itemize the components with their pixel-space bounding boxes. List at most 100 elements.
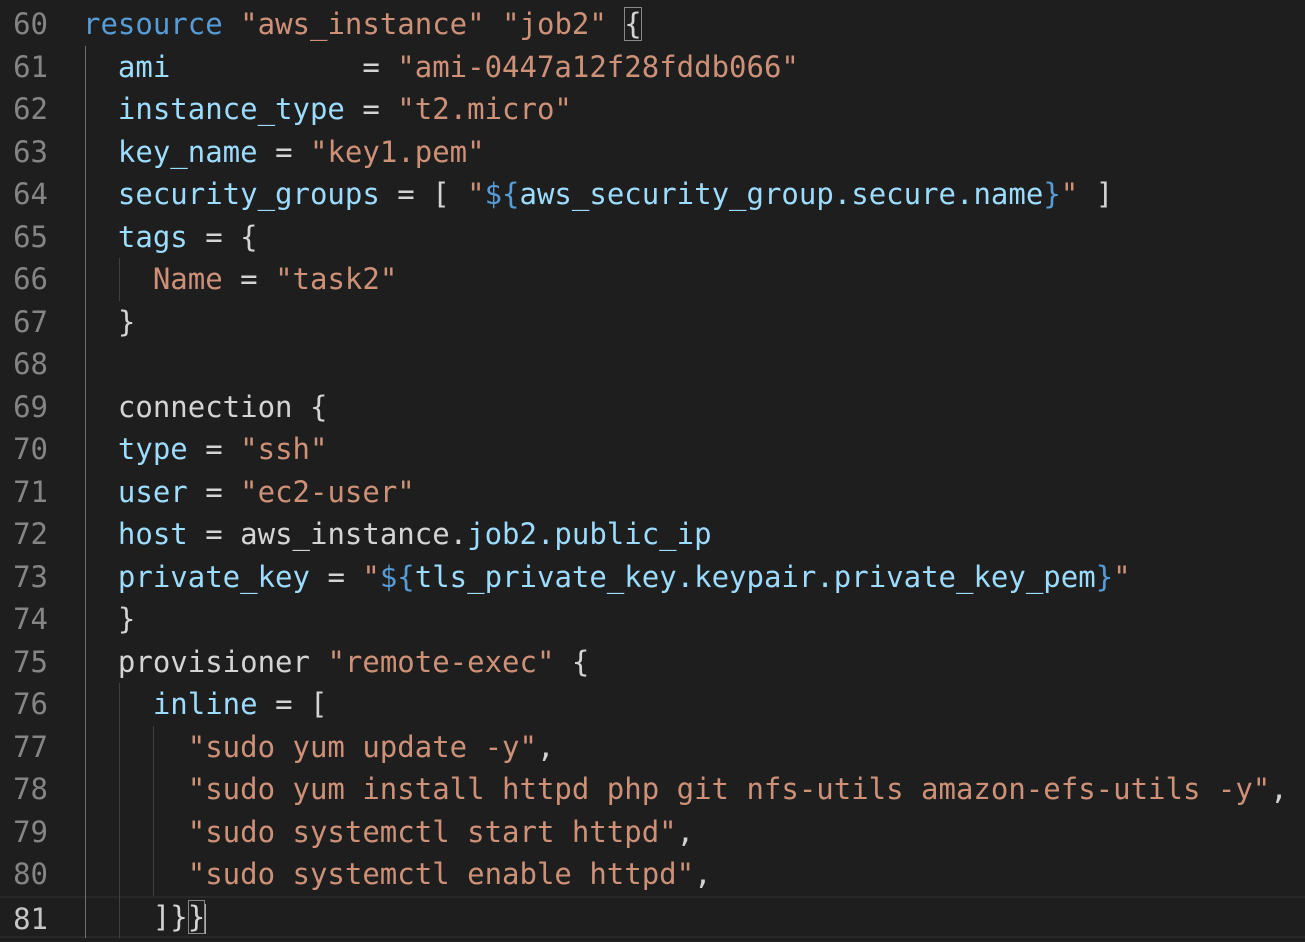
code-token: " bbox=[1113, 559, 1131, 594]
code-line[interactable]: 68 bbox=[0, 343, 1305, 386]
code-token: = [ bbox=[257, 687, 328, 721]
code-text: "sudo yum install httpd php git nfs-util… bbox=[83, 768, 1288, 811]
code-line[interactable]: 62 instance_type = "t2.micro" bbox=[0, 88, 1305, 131]
code-token: job2.public_ip bbox=[467, 517, 712, 551]
code-token: = bbox=[309, 559, 363, 594]
code-line[interactable]: 77 "sudo yum update -y", bbox=[0, 726, 1305, 769]
code-token: "ssh" bbox=[240, 432, 328, 466]
code-text: "sudo systemctl start httpd", bbox=[83, 811, 694, 854]
code-line[interactable]: 78 "sudo yum install httpd php git nfs-u… bbox=[0, 768, 1305, 811]
code-token: ami bbox=[83, 49, 171, 84]
code-token: "task2" bbox=[275, 262, 398, 296]
code-token: , bbox=[676, 814, 695, 849]
code-token: { bbox=[554, 644, 590, 679]
code-line[interactable]: 75 provisioner "remote-exec" { bbox=[0, 641, 1305, 684]
code-text: host = aws_instance.job2.public_ip bbox=[83, 513, 712, 556]
code-line[interactable]: 64 security_groups = [ "${aws_security_g… bbox=[0, 173, 1305, 216]
code-line[interactable]: 80 "sudo systemctl enable httpd", bbox=[0, 853, 1305, 896]
code-text: security_groups = [ "${aws_security_grou… bbox=[83, 173, 1113, 216]
code-line[interactable]: 69 connection { bbox=[0, 386, 1305, 429]
code-line[interactable]: 63 key_name = "key1.pem" bbox=[0, 131, 1305, 174]
code-token: " bbox=[1060, 177, 1079, 211]
line-number: 72 bbox=[13, 517, 48, 551]
code-token: = bbox=[222, 262, 276, 296]
code-line[interactable]: 73 private_key = "${tls_private_key.keyp… bbox=[0, 556, 1305, 599]
code-text: private_key = "${tls_private_key.keypair… bbox=[83, 556, 1131, 599]
matched-bracket: } bbox=[187, 899, 206, 934]
code-token: tls_private_key.keypair.private_key_pem bbox=[414, 559, 1096, 594]
code-token: } bbox=[1095, 559, 1114, 594]
code-token: Name bbox=[83, 262, 223, 296]
code-token: "remote-exec" bbox=[327, 644, 555, 679]
code-token: "sudo yum install httpd php git nfs-util… bbox=[83, 772, 1271, 806]
code-line[interactable]: 67 } bbox=[0, 301, 1305, 344]
line-number: 69 bbox=[13, 389, 48, 424]
code-token: , bbox=[536, 729, 555, 764]
code-line[interactable]: 70 type = "ssh" bbox=[0, 428, 1305, 471]
code-token: = bbox=[170, 49, 398, 84]
code-token: tags bbox=[83, 219, 188, 254]
code-token: user bbox=[83, 474, 188, 509]
code-token: "sudo yum update -y" bbox=[83, 729, 537, 764]
code-line[interactable]: 79 "sudo systemctl start httpd", bbox=[0, 811, 1305, 854]
code-token: { bbox=[292, 389, 328, 424]
code-text: resource "aws_instance" "job2" { bbox=[83, 3, 642, 46]
code-line[interactable]: 65 tags = { bbox=[0, 216, 1305, 259]
code-text: ]}} bbox=[83, 896, 207, 939]
line-number: 71 bbox=[13, 474, 48, 509]
code-token: } bbox=[1043, 177, 1061, 211]
code-token: ${ bbox=[484, 177, 520, 211]
code-line[interactable]: 76 inline = [ bbox=[0, 683, 1305, 726]
code-text: tags = { bbox=[83, 216, 258, 259]
code-token: , bbox=[694, 857, 712, 891]
code-token: " bbox=[362, 559, 380, 594]
line-number: 70 bbox=[13, 432, 48, 466]
code-editor[interactable]: 60 resource "aws_instance" "job2" {61 ami… bbox=[0, 0, 1305, 942]
code-token: ${ bbox=[379, 559, 415, 594]
code-token: "key1.pem" bbox=[310, 134, 485, 169]
code-token: resource bbox=[83, 7, 223, 41]
code-text: } bbox=[83, 598, 135, 641]
code-line[interactable]: 81 ]}} bbox=[0, 895, 1305, 939]
code-token: = bbox=[257, 134, 310, 169]
code-token: host bbox=[83, 517, 188, 551]
code-line[interactable]: 74 } bbox=[0, 598, 1305, 641]
code-text: user = "ec2-user" bbox=[83, 471, 415, 514]
indent-guide bbox=[119, 683, 120, 938]
line-number: 66 bbox=[13, 262, 48, 296]
code-token: "ec2-user" bbox=[240, 474, 415, 509]
code-token: security_groups bbox=[83, 177, 380, 211]
code-token: ]} bbox=[83, 899, 188, 934]
indent-guide bbox=[85, 45, 86, 938]
code-token: } bbox=[83, 602, 136, 636]
code-text: ami = "ami-0447a12f28fddb066" bbox=[83, 46, 799, 89]
line-number: 77 bbox=[13, 729, 48, 764]
code-token: "aws_instance" bbox=[240, 7, 485, 41]
code-text: type = "ssh" bbox=[83, 428, 328, 471]
code-token: type bbox=[83, 432, 188, 466]
line-number: 81 bbox=[13, 901, 48, 936]
code-token: "ami-0447a12f28fddb066" bbox=[397, 49, 799, 84]
code-token: "sudo systemctl start httpd" bbox=[83, 814, 677, 849]
line-number: 60 bbox=[13, 7, 48, 41]
line-number: 79 bbox=[13, 814, 48, 849]
code-text: connection { bbox=[83, 386, 328, 429]
code-line[interactable]: 61 ami = "ami-0447a12f28fddb066" bbox=[0, 46, 1305, 89]
line-number: 61 bbox=[13, 49, 48, 84]
code-line[interactable]: 66 Name = "task2" bbox=[0, 258, 1305, 301]
code-token: , bbox=[1270, 772, 1288, 806]
code-line[interactable]: 71 user = "ec2-user" bbox=[0, 471, 1305, 514]
code-token: "sudo systemctl enable httpd" bbox=[83, 857, 695, 891]
code-line[interactable]: 60 resource "aws_instance" "job2" { bbox=[0, 3, 1305, 46]
code-line[interactable]: 72 host = aws_instance.job2.public_ip bbox=[0, 513, 1305, 556]
code-token: ] bbox=[1078, 177, 1114, 211]
code-token: private_key bbox=[83, 559, 310, 594]
code-text: Name = "task2" bbox=[83, 258, 397, 301]
code-token: inline bbox=[83, 687, 258, 721]
code-token: = [ bbox=[379, 177, 468, 211]
code-token: " bbox=[467, 177, 485, 211]
code-token: = { bbox=[187, 219, 258, 254]
code-token: connection bbox=[83, 389, 293, 424]
